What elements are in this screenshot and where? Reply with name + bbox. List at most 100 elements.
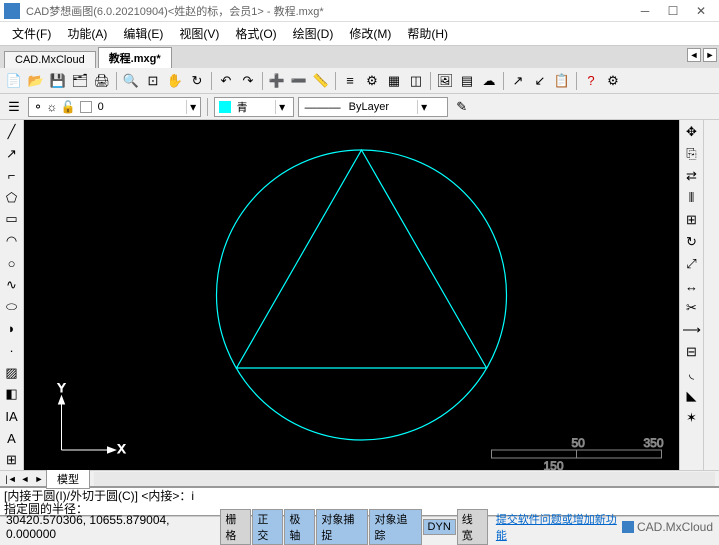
status-osnap[interactable]: 对象捕捉 [316, 509, 368, 545]
circle-tool-icon[interactable]: ○ [2, 253, 22, 273]
mirror-icon[interactable]: ⇄ [682, 166, 702, 186]
print-icon[interactable]: 🖨 [92, 71, 112, 91]
linetype-field[interactable] [347, 101, 417, 113]
mtext-tool-icon[interactable]: A [2, 428, 22, 448]
new-icon[interactable]: 📄 [4, 71, 24, 91]
export-icon[interactable]: ↗ [508, 71, 528, 91]
point-tool-icon[interactable]: · [2, 341, 22, 361]
block-icon[interactable]: ◫ [406, 71, 426, 91]
help-icon[interactable]: ? [581, 71, 601, 91]
brand-label: CAD.MxCloud [622, 520, 713, 534]
zoom-in-icon[interactable]: ➕ [267, 71, 287, 91]
ellipse-arc-icon[interactable]: ◗ [2, 319, 22, 339]
polygon-tool-icon[interactable]: ⬠ [2, 188, 22, 208]
status-dyn[interactable]: DYN [423, 519, 456, 535]
menu-draw[interactable]: 绘图(D) [285, 23, 342, 44]
close-button[interactable]: ✕ [687, 2, 715, 20]
cloud-icon[interactable]: ☁ [479, 71, 499, 91]
layer-icon[interactable]: ≡ [340, 71, 360, 91]
zoom-extent-icon[interactable]: ⊡ [143, 71, 163, 91]
text-tool-icon[interactable]: IA [2, 406, 22, 426]
break-icon[interactable]: ⊟ [682, 342, 702, 362]
status-grid[interactable]: 栅格 [220, 509, 251, 545]
rotate-icon[interactable]: ↻ [682, 232, 702, 252]
line-tool-icon[interactable]: ╱ [2, 122, 22, 142]
layer-selector[interactable]: ⚬ ☼ 🔓 ▾ [28, 97, 201, 117]
model-tab-next[interactable]: ► [32, 472, 46, 486]
array-icon[interactable]: ⊞ [682, 210, 702, 230]
menu-modify[interactable]: 修改(M) [341, 23, 399, 44]
trim-icon[interactable]: ✂ [682, 298, 702, 318]
redraw-icon[interactable]: ↻ [187, 71, 207, 91]
table-icon[interactable]: ▤ [457, 71, 477, 91]
horizontal-scrollbar[interactable] [94, 472, 715, 486]
undo-icon[interactable]: ↶ [216, 71, 236, 91]
chamfer-icon[interactable]: ◣ [682, 386, 702, 406]
layer-dropdown-icon[interactable]: ▾ [186, 100, 200, 114]
linetype-dropdown-icon[interactable]: ▾ [417, 100, 431, 114]
insert-block-icon[interactable]: ⊞ [2, 450, 22, 470]
region-tool-icon[interactable]: ◧ [2, 385, 22, 405]
status-polar[interactable]: 极轴 [284, 509, 315, 545]
status-lineweight[interactable]: 线宽 [457, 509, 488, 545]
extend-icon[interactable]: ⟶ [682, 320, 702, 340]
layer-manager-icon[interactable]: ☰ [4, 97, 24, 117]
polyline-tool-icon[interactable]: ⌐ [2, 166, 22, 186]
ellipse-tool-icon[interactable]: ⬭ [2, 297, 22, 317]
copy-icon[interactable]: ⎘ [682, 144, 702, 164]
stretch-icon[interactable]: ↔ [682, 276, 702, 296]
lineweight-icon[interactable]: ✎ [452, 97, 472, 117]
open-icon[interactable]: 📂 [26, 71, 46, 91]
vertical-scrollbar[interactable] [703, 120, 719, 470]
feedback-link[interactable]: 提交软件问题或增加新功能 [496, 511, 622, 543]
zoom-window-icon[interactable]: 🔍 [121, 71, 141, 91]
hatch-tool-icon[interactable]: ▨ [2, 363, 22, 383]
explode-icon[interactable]: ✶ [682, 408, 702, 428]
tab-scroll-right[interactable]: ► [703, 48, 717, 62]
ray-tool-icon[interactable]: ↗ [2, 144, 22, 164]
menu-help[interactable]: 帮助(H) [399, 23, 456, 44]
tab-scroll-left[interactable]: ◄ [687, 48, 701, 62]
fillet-icon[interactable]: ◟ [682, 364, 702, 384]
hatch-icon[interactable]: ▦ [384, 71, 404, 91]
pdf-icon[interactable]: 📋 [552, 71, 572, 91]
pan-icon[interactable]: ✋ [165, 71, 185, 91]
arc-tool-icon[interactable]: ◠ [2, 231, 22, 251]
measure-icon[interactable]: 📏 [311, 71, 331, 91]
menu-view[interactable]: 视图(V) [171, 23, 227, 44]
menu-file[interactable]: 文件(F) [4, 23, 59, 44]
image-icon[interactable]: 🖼 [435, 71, 455, 91]
tab-cloud[interactable]: CAD.MxCloud [4, 51, 96, 68]
maximize-button[interactable]: ☐ [659, 2, 687, 20]
zoom-out-icon[interactable]: ➖ [289, 71, 309, 91]
tab-document[interactable]: 教程.mxg* [98, 47, 172, 68]
settings-icon[interactable]: ⚙ [603, 71, 623, 91]
status-ortho[interactable]: 正交 [252, 509, 283, 545]
modify-toolbar: ✥ ⎘ ⇄ ⫴ ⊞ ↻ ⤢ ↔ ✂ ⟶ ⊟ ◟ ◣ ✶ [679, 120, 703, 470]
offset-icon[interactable]: ⫴ [682, 188, 702, 208]
menu-format[interactable]: 格式(O) [227, 23, 284, 44]
spline-tool-icon[interactable]: ∿ [2, 275, 22, 295]
move-icon[interactable]: ✥ [682, 122, 702, 142]
saveas-icon[interactable]: 🗂 [70, 71, 90, 91]
model-tab-first[interactable]: |◄ [4, 472, 18, 486]
import-icon[interactable]: ↙ [530, 71, 550, 91]
minimize-button[interactable]: ─ [631, 2, 659, 20]
layer-name-field[interactable] [96, 101, 186, 113]
status-otrack[interactable]: 对象追踪 [369, 509, 421, 545]
properties-icon[interactable]: ⚙ [362, 71, 382, 91]
rectangle-tool-icon[interactable]: ▭ [2, 210, 22, 230]
drawing-canvas[interactable]: X Y 50 150 350 [24, 120, 679, 470]
save-icon[interactable]: 💾 [48, 71, 68, 91]
menu-edit[interactable]: 编辑(E) [115, 23, 171, 44]
layer-toolbar: ☰ ⚬ ☼ 🔓 ▾ ▾ ——— ▾ ✎ [0, 94, 719, 120]
model-tab[interactable]: 模型 [46, 469, 90, 489]
color-selector[interactable]: ▾ [214, 97, 294, 117]
color-dropdown-icon[interactable]: ▾ [275, 100, 289, 114]
redo-icon[interactable]: ↷ [238, 71, 258, 91]
linetype-selector[interactable]: ——— ▾ [298, 97, 448, 117]
menu-function[interactable]: 功能(A) [59, 23, 115, 44]
scale-icon[interactable]: ⤢ [682, 254, 702, 274]
color-field[interactable] [235, 101, 275, 113]
model-tab-prev[interactable]: ◄ [18, 472, 32, 486]
